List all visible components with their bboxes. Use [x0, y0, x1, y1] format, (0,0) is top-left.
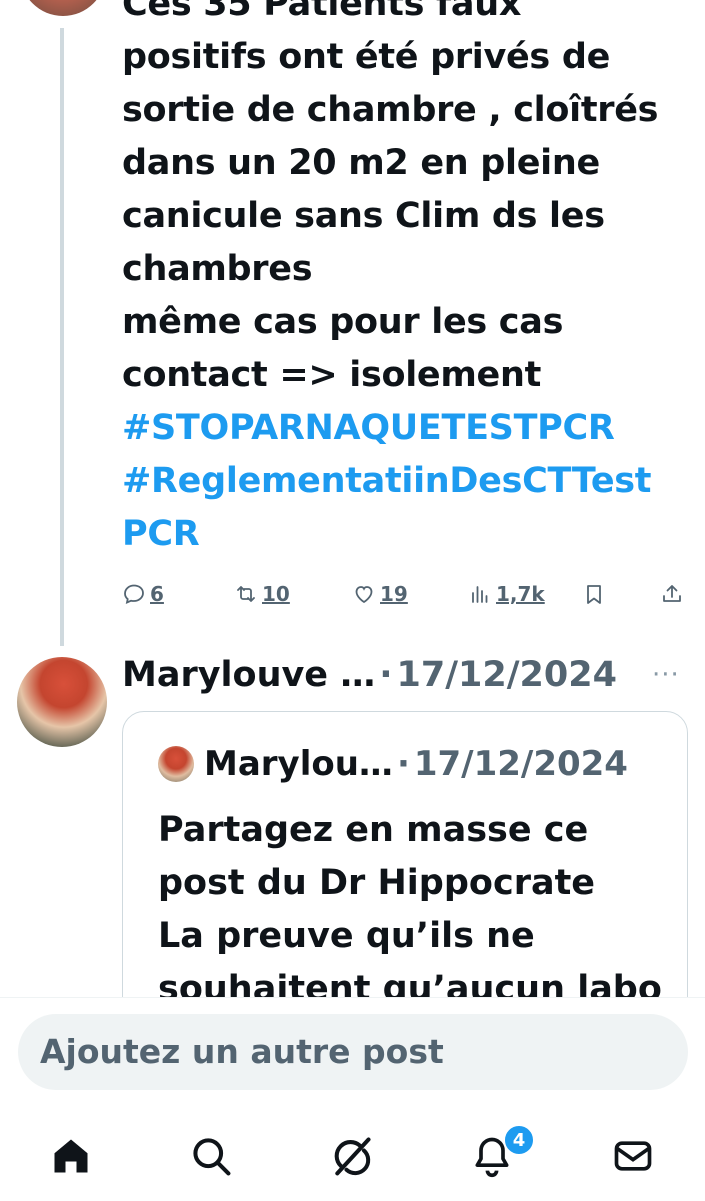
quote-author-name: Marylou… [204, 744, 393, 784]
separator-dot: · [379, 655, 393, 695]
grok-icon[interactable] [330, 1134, 374, 1178]
repost-count: 10 [262, 582, 290, 606]
bookmark-button[interactable] [582, 582, 606, 606]
repost-icon [237, 586, 255, 602]
more-options-icon[interactable]: ··· [652, 660, 688, 690]
search-icon[interactable] [189, 1134, 233, 1178]
notification-badge: 4 [503, 1124, 535, 1156]
avatar[interactable] [20, 0, 106, 16]
share-button[interactable] [660, 582, 684, 606]
bottom-navigation [0, 1116, 705, 1196]
views-button[interactable]: 1,7k [468, 582, 545, 606]
quote-date: 17/12/2024 [413, 744, 628, 784]
like-button[interactable]: 19 [352, 582, 408, 606]
composer-placeholder: Ajoutez un autre post [40, 1032, 444, 1071]
reply-header: Marylouve … · 17/12/2024 [122, 650, 617, 700]
reply-icon [124, 584, 144, 605]
like-count: 19 [380, 582, 408, 606]
reply-count: 6 [150, 582, 164, 606]
hashtag-link[interactable]: #ReglementatiinDesCTTest PCR [122, 455, 682, 561]
bookmark-icon [587, 585, 601, 604]
home-icon[interactable] [49, 1134, 93, 1178]
heart-icon [355, 586, 373, 604]
author-name[interactable]: Marylouve … [122, 655, 375, 695]
quote-text: Partagez en masse ce post du Dr Hippocra… [158, 810, 662, 1009]
reply-composer-input[interactable]: Ajoutez un autre post [18, 1014, 688, 1090]
tweet-text: Ces 35 Patients faux positifs ont été pr… [122, 0, 682, 561]
analytics-icon [472, 586, 488, 603]
avatar [158, 746, 194, 782]
tweet-actions: 6 10 19 1,7k [122, 582, 688, 618]
quote-header: Marylou… · 17/12/2024 [158, 744, 628, 784]
thread-connector-line [60, 28, 64, 646]
avatar[interactable] [17, 657, 107, 747]
hashtag-link[interactable]: #STOPARNAQUETESTPCR [122, 402, 682, 455]
reply-button[interactable]: 6 [122, 582, 164, 606]
messages-icon[interactable] [611, 1134, 655, 1178]
repost-button[interactable]: 10 [234, 582, 290, 606]
view-count: 1,7k [496, 582, 545, 606]
share-icon [663, 585, 681, 602]
post-date[interactable]: 17/12/2024 [397, 655, 617, 695]
bottom-panel: Ajoutez un autre post 4 [0, 997, 705, 1201]
separator-dot: · [396, 744, 410, 784]
